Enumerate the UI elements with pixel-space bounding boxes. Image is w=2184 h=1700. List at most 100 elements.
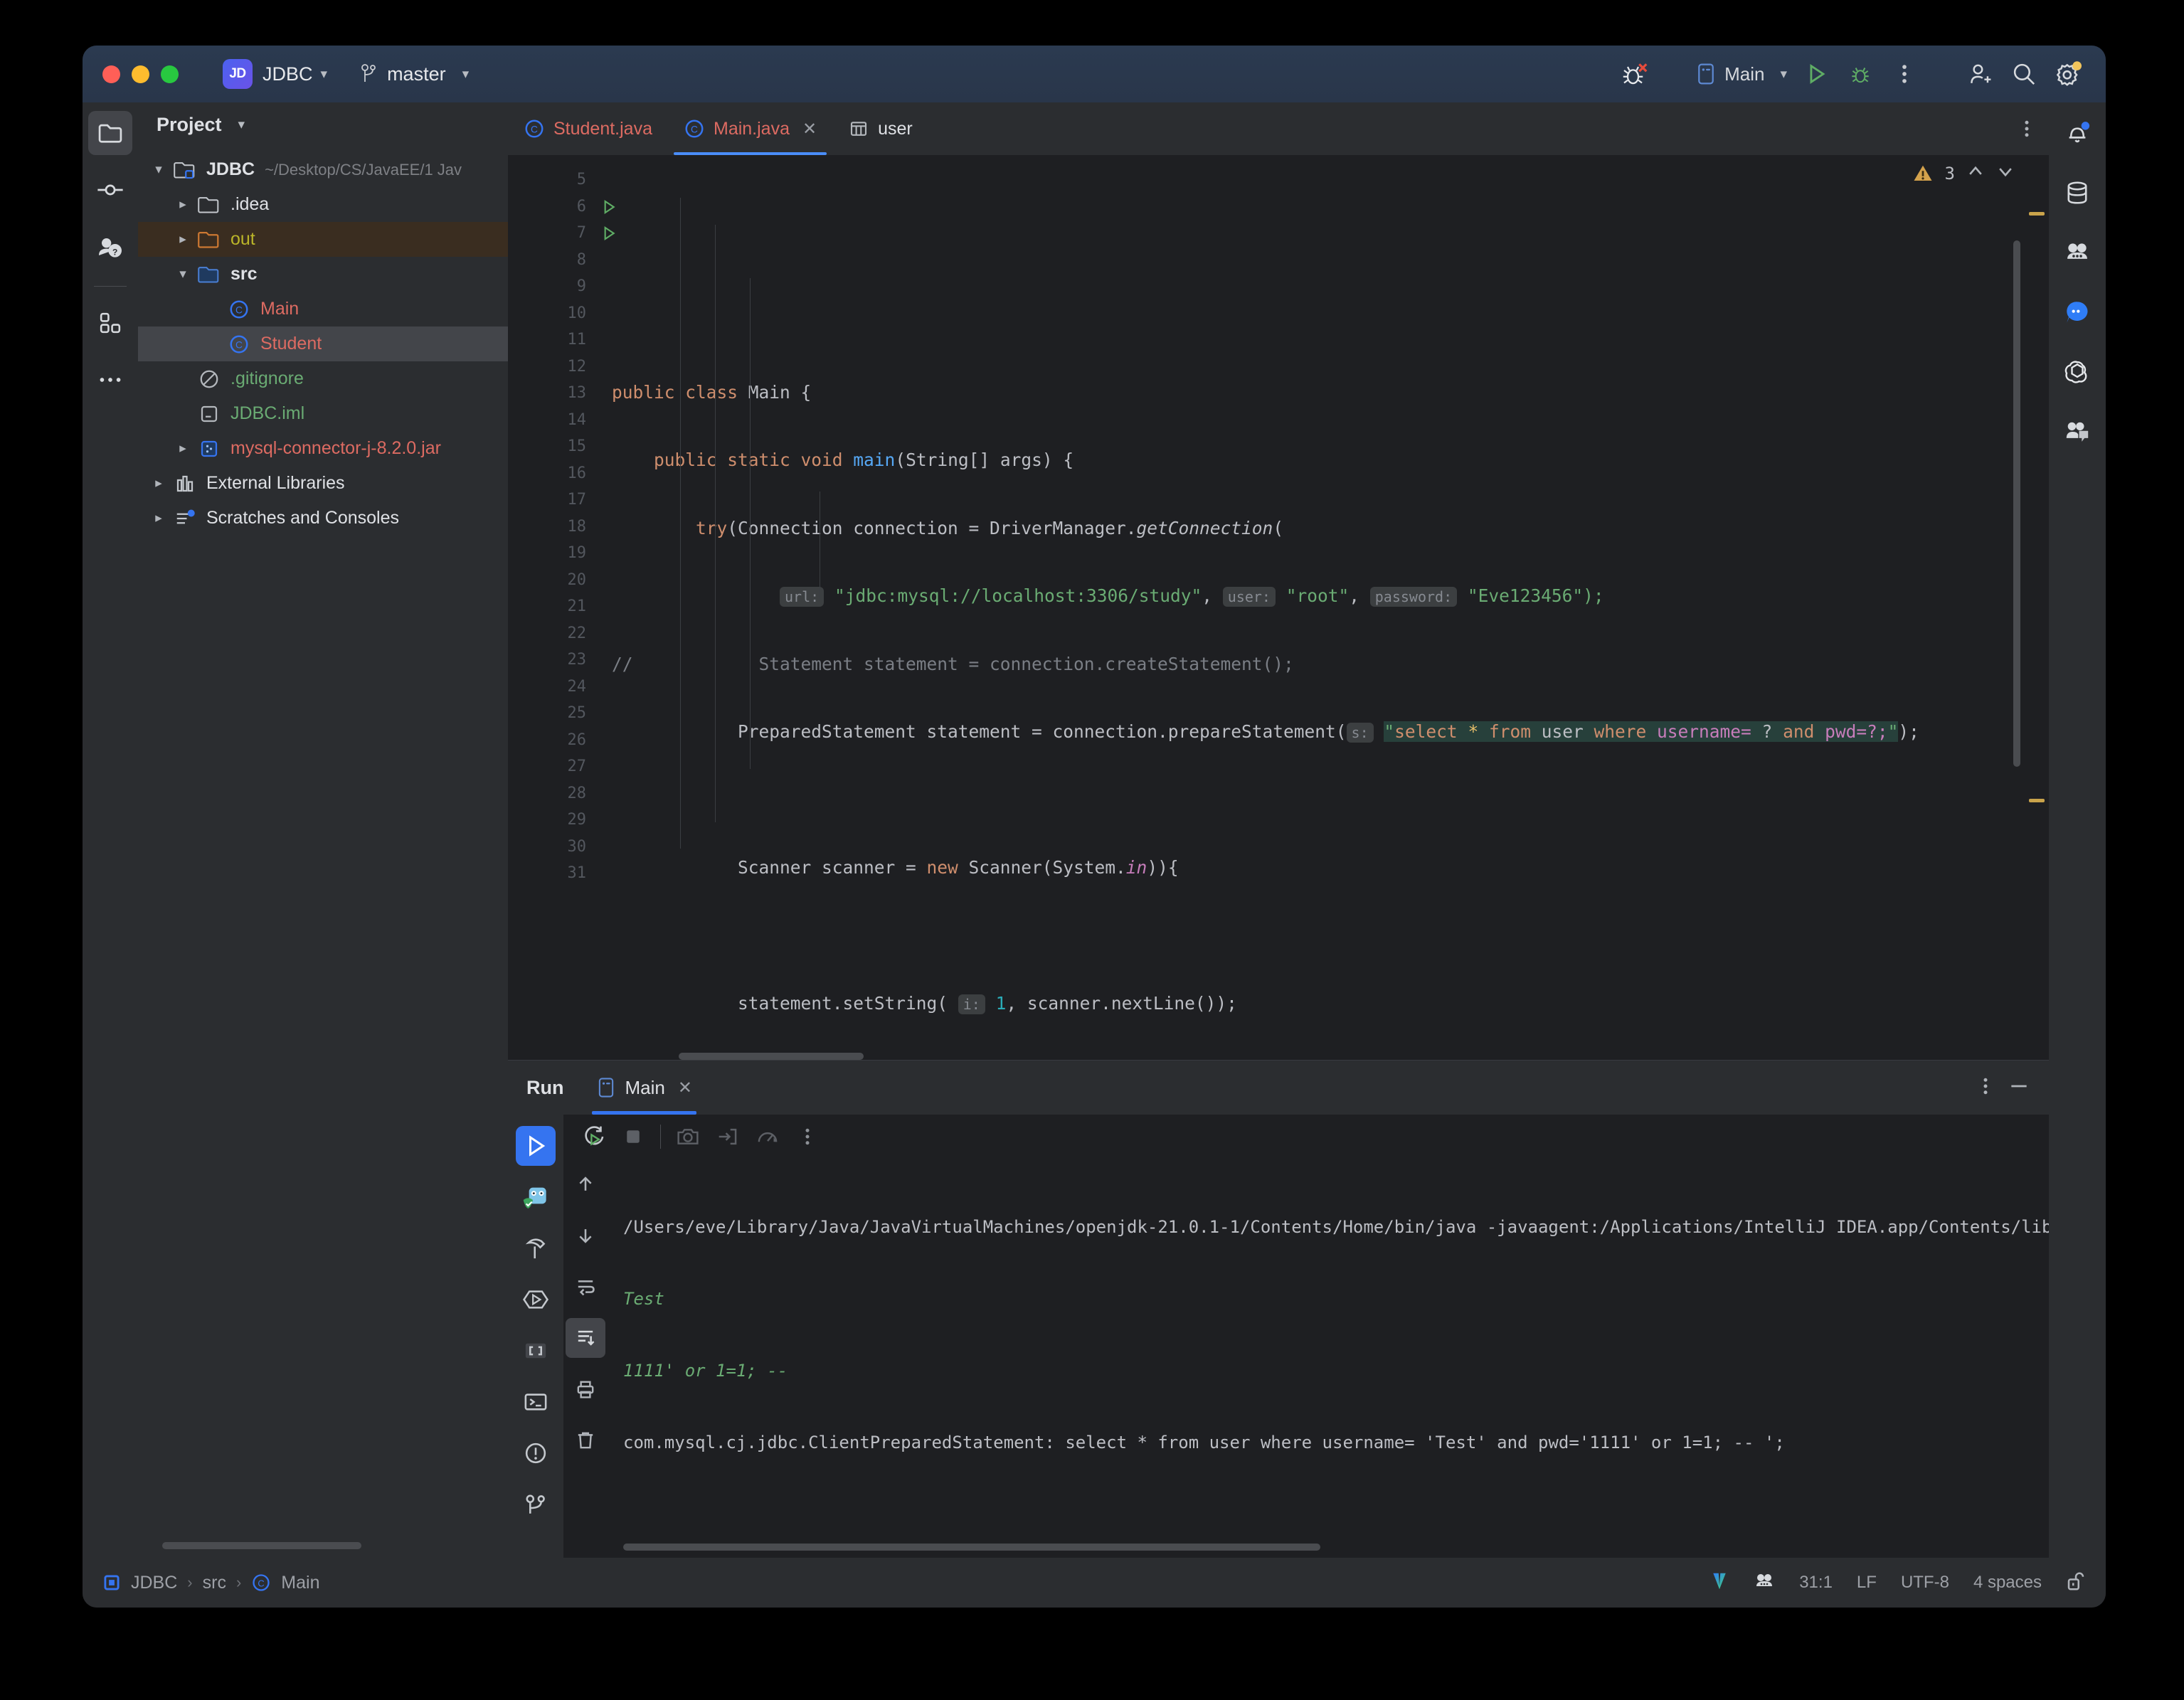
tree-node-external-libraries[interactable]: ▸ External Libraries	[138, 466, 508, 501]
rerun-button[interactable]	[573, 1117, 613, 1157]
sidebar-item-debug-console[interactable]	[516, 1331, 556, 1371]
expand-arrow-right-icon[interactable]: ▸	[171, 231, 195, 248]
project-name-label[interactable]: JDBC	[263, 63, 313, 85]
editor-options-icon[interactable]	[2023, 118, 2030, 143]
tree-node-out[interactable]: ▸ out	[138, 222, 508, 257]
sidebar-item-terminal[interactable]	[516, 1382, 556, 1422]
scroll-down-button[interactable]	[566, 1216, 605, 1255]
search-icon[interactable]	[2002, 52, 2046, 96]
more-vertical-icon[interactable]	[788, 1117, 827, 1157]
stop-button[interactable]	[613, 1117, 653, 1157]
sidebar-item-notifications[interactable]	[2055, 111, 2099, 155]
tab-student-java[interactable]: C Student.java	[508, 102, 668, 155]
clear-all-button[interactable]	[566, 1420, 605, 1460]
editor-vertical-scrollbar[interactable]	[2013, 240, 2020, 767]
sidebar-item-openai[interactable]	[2055, 350, 2099, 394]
vcs-icon[interactable]	[1709, 1571, 1729, 1595]
tree-node-scratches[interactable]: ▸ Scratches and Consoles	[138, 501, 508, 536]
editor-gutter[interactable]: 5 6 7 8 9 10 11 12 13 14 1	[508, 155, 593, 1060]
scroll-to-end-toggle[interactable]	[566, 1318, 605, 1358]
tree-node-jdbc[interactable]: ▾ JDBC ~/Desktop/CS/JavaEE/1 Jav	[138, 152, 508, 187]
previous-problem-icon[interactable]	[1966, 162, 1985, 185]
file-encoding[interactable]: UTF-8	[1901, 1573, 1949, 1593]
tab-user-table[interactable]: user	[832, 102, 928, 155]
window-controls[interactable]	[102, 65, 179, 83]
console-output[interactable]: /Users/eve/Library/Java/JavaVirtualMachi…	[608, 1159, 2049, 1539]
scroll-up-button[interactable]	[566, 1164, 605, 1204]
warning-marker-mid[interactable]	[2029, 799, 2045, 802]
debug-error-icon[interactable]	[1613, 52, 1657, 96]
line-separator[interactable]: LF	[1857, 1573, 1877, 1593]
sidebar-item-run[interactable]	[516, 1126, 556, 1166]
code-text[interactable]: public class Main { public static void m…	[593, 155, 2049, 1060]
ai-assistant-icon[interactable]	[1754, 1571, 1775, 1595]
close-window-button[interactable]	[102, 65, 120, 83]
close-icon[interactable]: ✕	[802, 119, 817, 139]
print-button[interactable]	[566, 1369, 605, 1409]
minimize-panel-icon[interactable]	[2008, 1075, 2030, 1101]
minimize-window-button[interactable]	[132, 65, 149, 83]
caret-position[interactable]: 31:1	[1799, 1573, 1833, 1593]
close-icon[interactable]: ✕	[678, 1078, 692, 1098]
tab-main-java[interactable]: C Main.java ✕	[668, 102, 832, 155]
add-user-icon[interactable]	[1958, 52, 2002, 96]
arrow-into-box-icon[interactable]	[708, 1117, 748, 1157]
expand-arrow-right-icon[interactable]: ▸	[147, 475, 171, 492]
debug-button[interactable]	[1838, 52, 1882, 96]
expand-arrow-down-icon[interactable]: ▾	[171, 266, 195, 282]
tree-node-src[interactable]: ▾ src	[138, 257, 508, 292]
expand-arrow-right-icon[interactable]: ▸	[171, 196, 195, 213]
run-tab-main[interactable]: Main ✕	[592, 1061, 696, 1115]
code-editor[interactable]: 5 6 7 8 9 10 11 12 13 14 1	[508, 155, 2049, 1060]
sidebar-item-ai-guard[interactable]	[516, 1177, 556, 1217]
maximize-window-button[interactable]	[161, 65, 179, 83]
sidebar-item-commit[interactable]	[88, 168, 132, 212]
tree-node-mysql-connector[interactable]: ▸ mysql-connector-j-8.2.0.jar	[138, 431, 508, 466]
branch-selector[interactable]: master ▾	[360, 63, 469, 85]
indent-setting[interactable]: 4 spaces	[1973, 1573, 2042, 1593]
sidebar-item-more[interactable]	[88, 358, 132, 402]
expand-arrow-right-icon[interactable]: ▸	[147, 510, 171, 526]
breadcrumb-item-src[interactable]: src	[203, 1573, 226, 1593]
run-panel-options-icon[interactable]	[1982, 1075, 1989, 1100]
sidebar-item-version-control[interactable]	[516, 1484, 556, 1524]
breadcrumb-item-project[interactable]: JDBC	[131, 1573, 177, 1593]
project-panel-header[interactable]: Project ▾	[138, 102, 508, 147]
warning-marker-top[interactable]	[2029, 212, 2045, 216]
project-panel-chevron-down-icon[interactable]: ▾	[238, 117, 245, 133]
sidebar-item-chat[interactable]	[2055, 290, 2099, 334]
profiler-button[interactable]	[748, 1117, 788, 1157]
sidebar-item-project[interactable]	[88, 111, 132, 155]
sidebar-item-database[interactable]	[2055, 171, 2099, 215]
soft-wrap-button[interactable]	[566, 1267, 605, 1307]
console-horizontal-scrollbar[interactable]	[623, 1544, 1320, 1551]
tree-node-student[interactable]: C Student	[138, 326, 508, 361]
tree-node-idea[interactable]: ▸ .idea	[138, 187, 508, 222]
sidebar-item-build[interactable]	[516, 1228, 556, 1268]
expand-arrow-down-icon[interactable]: ▾	[147, 161, 171, 178]
sidebar-item-structure[interactable]	[88, 301, 132, 345]
chevron-down-icon[interactable]: ▾	[321, 66, 328, 83]
inspection-widget[interactable]: 3	[1912, 162, 2015, 185]
gear-icon[interactable]	[2046, 52, 2090, 96]
breadcrumb-item-class[interactable]: Main	[281, 1573, 319, 1593]
expand-arrow-right-icon[interactable]: ▸	[171, 440, 195, 457]
project-tree-horizontal-scrollbar[interactable]	[162, 1542, 361, 1549]
sidebar-item-services[interactable]	[516, 1280, 556, 1319]
more-vertical-icon[interactable]	[1882, 52, 1926, 96]
breadcrumb[interactable]: JDBC › src › C Main	[102, 1573, 319, 1593]
run-configuration-selector[interactable]: Main ▾	[1688, 55, 1794, 92]
project-tree[interactable]: ▾ JDBC ~/Desktop/CS/JavaEE/1 Jav ▸ .idea…	[138, 147, 508, 1542]
editor-horizontal-scrollbar[interactable]	[679, 1053, 864, 1060]
tree-node-gitignore[interactable]: .gitignore	[138, 361, 508, 396]
sidebar-item-problems[interactable]	[516, 1433, 556, 1473]
next-problem-icon[interactable]	[1996, 162, 2015, 185]
sidebar-item-pull-requests[interactable]: ?	[88, 225, 132, 269]
sidebar-item-code-with-me[interactable]	[2055, 410, 2099, 454]
tree-node-iml[interactable]: JDBC.iml	[138, 396, 508, 431]
screenshot-button[interactable]	[668, 1117, 708, 1157]
tree-node-main[interactable]: C Main	[138, 292, 508, 326]
run-button[interactable]	[1794, 52, 1838, 96]
read-only-toggle-icon[interactable]	[2066, 1571, 2086, 1595]
sidebar-item-ai-assistant[interactable]	[2055, 230, 2099, 275]
